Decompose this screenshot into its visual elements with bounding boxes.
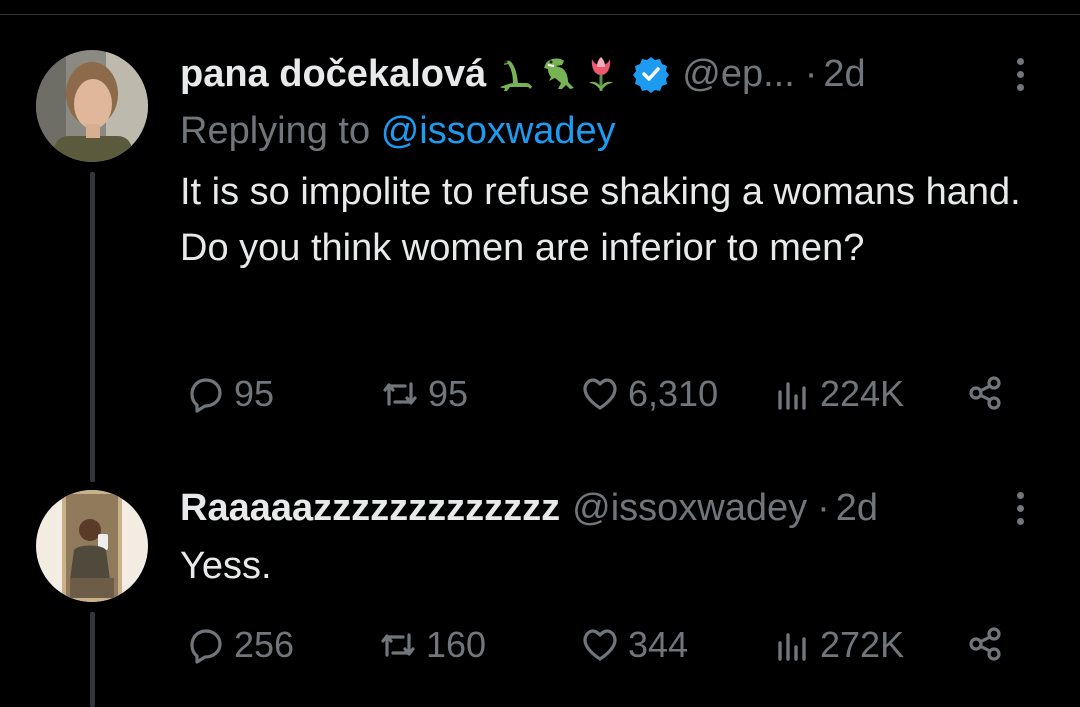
reply-icon — [190, 378, 222, 413]
author-name[interactable]: pana dočekalová — [180, 53, 486, 96]
reply-count-2: 256 — [234, 624, 295, 665]
like-button[interactable]: 6,310 — [580, 373, 718, 415]
share-icon — [969, 627, 1001, 661]
tweet-1[interactable]: pana dočekalová @ep... · 2d Replying to … — [180, 44, 1040, 276]
views-button[interactable]: 224K — [772, 373, 904, 415]
repost-icon — [381, 633, 415, 657]
tweet-age[interactable]: 2d — [823, 53, 865, 96]
t-rex-icon — [538, 53, 580, 95]
repost-button[interactable]: 95 — [380, 373, 468, 415]
tweet-2-actions: 256 160 344 272K — [0, 624, 1080, 674]
tweet-header-2: Raaaaazzzzzzzzzzzzz @issoxwadey · 2d — [180, 478, 1040, 538]
tulip-icon — [580, 53, 622, 95]
author-handle[interactable]: @ep... — [682, 53, 795, 96]
repost-count: 95 — [428, 373, 469, 414]
view-count: 224K — [820, 373, 905, 414]
tweet-text: It is so impolite to refuse shaking a wo… — [180, 171, 1021, 269]
repost-icon — [383, 382, 417, 406]
reply-button-2[interactable]: 256 — [186, 624, 294, 666]
heart-icon — [583, 629, 617, 661]
thread-line — [90, 172, 95, 482]
analytics-icon — [778, 633, 806, 661]
reply-icon — [190, 629, 222, 664]
like-count-2: 344 — [628, 624, 689, 665]
tweet-header: pana dočekalová @ep... · 2d — [180, 44, 1040, 104]
share-icon — [969, 376, 1001, 410]
views-button-2[interactable]: 272K — [772, 624, 904, 666]
replying-to: Replying to @issoxwadey — [180, 104, 1040, 158]
more-options-icon[interactable] — [1010, 57, 1030, 91]
more-options-icon-2[interactable] — [1010, 491, 1030, 525]
share-button[interactable] — [966, 373, 1006, 413]
separator-dot-2: · — [817, 486, 830, 529]
top-divider — [0, 14, 1080, 15]
reply-button[interactable]: 95 — [186, 373, 274, 415]
author-name-2[interactable]: Raaaaazzzzzzzzzzzzz — [180, 487, 560, 530]
heart-icon — [583, 378, 617, 410]
author-avatar-2[interactable] — [36, 490, 148, 602]
reply-count: 95 — [234, 373, 275, 414]
replying-to-label: Replying to — [180, 110, 371, 152]
like-button-2[interactable]: 344 — [580, 624, 688, 666]
tweet-1-actions: 95 95 6,310 224K — [0, 373, 1080, 423]
author-handle-2[interactable]: @issoxwadey — [572, 487, 807, 530]
sauropod-icon — [496, 53, 538, 95]
tweet-text-2: Yess. — [180, 545, 272, 587]
author-avatar[interactable] — [36, 50, 148, 162]
share-button-2[interactable] — [966, 624, 1006, 664]
analytics-icon — [778, 382, 806, 410]
view-count-2: 272K — [820, 624, 905, 665]
name-emojis — [496, 53, 622, 95]
tweet-2[interactable]: Raaaaazzzzzzzzzzzzz @issoxwadey · 2d Yes… — [180, 478, 1040, 594]
repost-button-2[interactable]: 160 — [378, 624, 486, 666]
tweet-age-2[interactable]: 2d — [836, 487, 878, 530]
separator-dot: · — [804, 52, 818, 95]
like-count: 6,310 — [628, 373, 719, 414]
repost-count-2: 160 — [426, 624, 487, 665]
verified-badge-icon — [632, 55, 670, 93]
replying-to-handle[interactable]: @issoxwadey — [381, 110, 616, 152]
